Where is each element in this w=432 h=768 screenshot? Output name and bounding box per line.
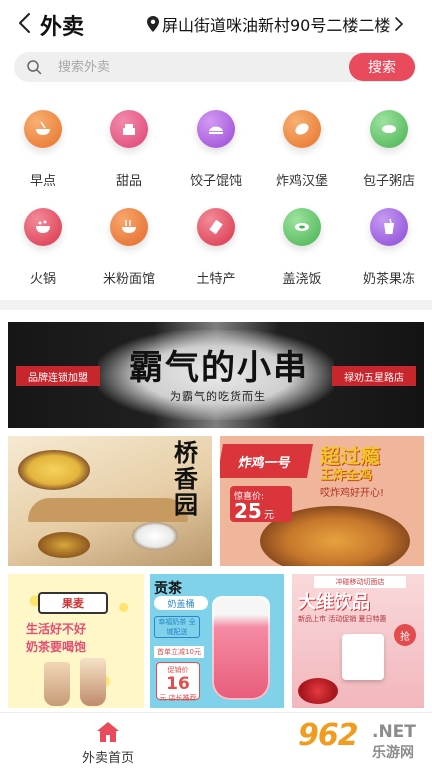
promo-subtitle: 新品上市 活动促销 夏日特惠: [298, 615, 387, 623]
drink-cup-image: [212, 596, 270, 700]
promo-vertical-title: 桥 香 园: [160, 440, 212, 518]
milk-tea-cup-image: [44, 662, 70, 706]
category-label: 炸鸡汉堡: [275, 174, 328, 189]
sauce-bowl-image: [38, 532, 90, 558]
grab-badge: 抢: [394, 624, 416, 646]
banner-right-tag: 禄劝五星路店: [332, 366, 416, 386]
promo-banner[interactable]: 霸气的小串 为霸气的吃货而生 品牌连锁加盟 禄劝五星路店: [8, 322, 424, 428]
category-milk-tea[interactable]: 奶茶果冻: [346, 202, 432, 292]
rice-bowl-icon: [283, 208, 321, 246]
banner-title: 霸气的小串: [129, 348, 309, 388]
address-selector[interactable]: 屏山街道咪油新村90号二楼二楼: [146, 12, 426, 36]
bread-icon: [283, 110, 321, 148]
category-fried-chicken[interactable]: 炸鸡汉堡: [259, 104, 345, 194]
search-button[interactable]: 搜索: [349, 53, 415, 81]
watermark-site: 乐游网: [372, 745, 414, 761]
promo-brand-tag: 炸鸡一号: [220, 444, 313, 478]
promo-fried-chicken[interactable]: 炸鸡一号 超过瘾 王炸全鸡 哎炸鸡好开心! 惊喜价: 25 元: [220, 436, 424, 566]
price-badge: 促销价 16 元 店长推荐: [156, 662, 200, 702]
title-char: 园: [174, 490, 198, 519]
promo-brand: 果麦: [38, 592, 108, 614]
rice-bowl-image: [132, 522, 178, 550]
porridge-bowl-icon: [370, 110, 408, 148]
category-label: 米粉面馆: [102, 272, 155, 287]
dumpling-icon: [197, 110, 235, 148]
banner-left-tag: 品牌连锁加盟: [16, 366, 100, 386]
page-title: 外卖: [40, 15, 85, 40]
specialty-icon: [197, 208, 235, 246]
promo-bridge-noodles[interactable]: 桥 香 园: [8, 436, 212, 566]
chevron-right-icon: [395, 17, 404, 31]
search-icon: [27, 60, 42, 75]
category-specialty[interactable]: 土特产: [173, 202, 259, 292]
category-dumpling[interactable]: 饺子馄饨: [173, 104, 259, 194]
promo-product: 奶盖桶: [154, 596, 208, 610]
category-label: 饺子馄饨: [189, 174, 242, 189]
home-icon: [97, 722, 119, 742]
banner-subtitle: 为霸气的吃货而生: [170, 390, 266, 403]
category-label: 火锅: [29, 272, 56, 287]
promo-discount: 首单立减10元: [154, 646, 204, 658]
category-noodles[interactable]: 米粉面馆: [86, 202, 172, 292]
soup-bowl-image: [18, 450, 90, 490]
watermark-number: 962: [298, 718, 359, 753]
price-unit: 元 店长推荐: [159, 694, 197, 702]
title-char: 桥: [174, 438, 198, 467]
address-text: 屏山街道咪油新村90号二楼二楼: [162, 16, 391, 35]
category-label: 包子粥店: [362, 174, 415, 189]
category-label: 土特产: [196, 272, 236, 287]
promo-slogan: 哎炸鸡好开心!: [320, 488, 385, 499]
strawberry-image: [298, 678, 338, 704]
promo-gongcha[interactable]: 贡茶 奶盖桶 幸福奶茶 全城配送 首单立减10元 促销价 16 元 店长推荐: [150, 574, 284, 708]
promo-milk-tea[interactable]: 果麦 生活好不好 奶茶要喝饱: [8, 574, 144, 708]
breakfast-bowl-icon: [24, 110, 62, 148]
watermark-logo: 962 .NET 乐游网: [298, 716, 428, 764]
price-unit: 元: [264, 510, 274, 521]
category-rice-bowl[interactable]: 盖浇饭: [259, 202, 345, 292]
promo-subheadline: 王炸全鸡: [320, 468, 373, 483]
price-value: 16: [166, 674, 190, 694]
location-pin-icon: [147, 16, 159, 32]
milk-tea-icon: [370, 208, 408, 246]
header: 外卖 屏山街道咪油新村90号二楼二楼: [0, 0, 432, 48]
promo-drinks[interactable]: 冲碰移动切面店 大维饮品 新品上市 活动促销 夏日特惠 抢: [292, 574, 424, 708]
price-badge: 惊喜价: 25 元: [230, 486, 292, 523]
title-char: 香: [174, 464, 198, 493]
promo-line-1: 生活好不好: [26, 622, 87, 636]
hotpot-icon: [24, 208, 62, 246]
cake-icon: [110, 110, 148, 148]
promo-top-tag: 冲碰移动切面店: [314, 576, 406, 588]
coupon-card-image: [342, 634, 384, 680]
tab-home[interactable]: 外卖首页: [70, 717, 146, 767]
promo-title: 大维饮品: [298, 592, 370, 613]
category-label: 奶茶果冻: [362, 272, 415, 287]
category-hotpot[interactable]: 火锅: [0, 202, 86, 292]
section-divider: [0, 300, 432, 310]
promo-line-2: 奶茶要喝饱: [26, 640, 87, 654]
tab-home-label: 外卖首页: [81, 751, 134, 766]
promo-brand: 贡茶: [154, 581, 182, 597]
category-baozi[interactable]: 包子粥店: [346, 104, 432, 194]
promo-tag: 幸福奶茶 全城配送: [154, 616, 200, 638]
noodle-bowl-icon: [110, 208, 148, 246]
category-label: 盖浇饭: [282, 272, 322, 287]
milk-tea-cup-image: [80, 658, 106, 706]
category-label: 甜品: [115, 174, 142, 189]
category-dessert[interactable]: 甜品: [86, 104, 172, 194]
category-label: 早点: [29, 174, 56, 189]
search-input[interactable]: [58, 52, 348, 82]
watermark-suffix: .NET: [372, 722, 416, 742]
price-value: 25: [234, 499, 262, 523]
back-arrow-icon[interactable]: [14, 11, 38, 35]
search-bar: 搜索: [14, 52, 416, 82]
category-breakfast[interactable]: 早点: [0, 104, 86, 194]
category-grid: 早点 甜品 饺子馄饨 炸鸡汉堡 包子粥店 火锅 米粉面馆 土特产 盖浇饭 奶茶果…: [0, 104, 432, 294]
